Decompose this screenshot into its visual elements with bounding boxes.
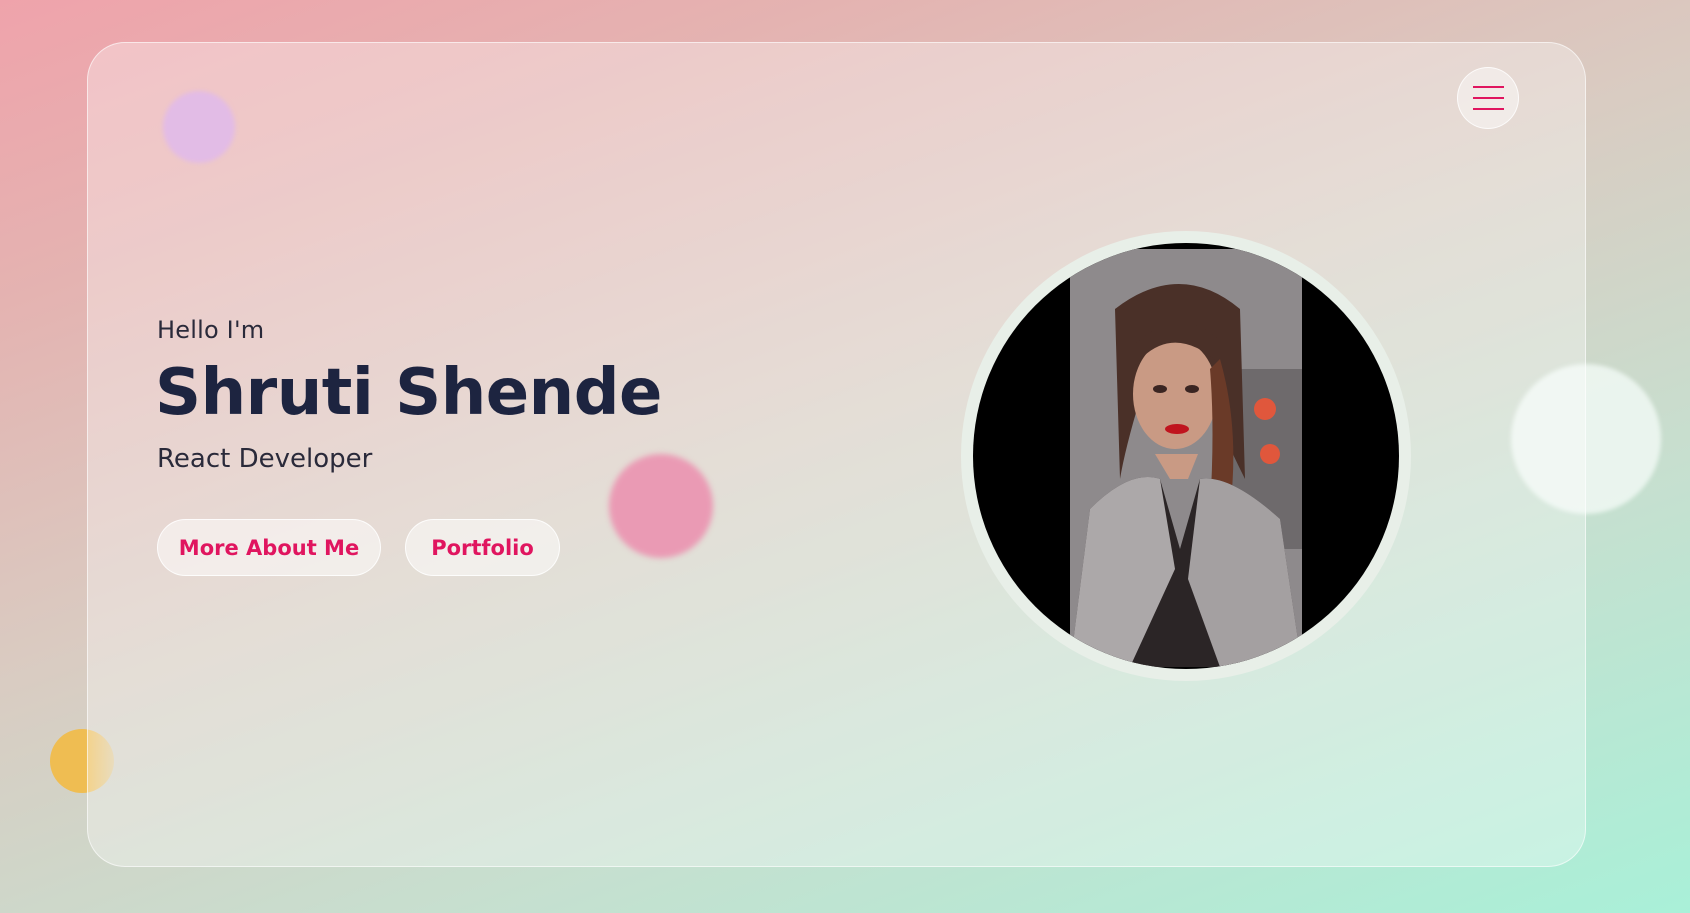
hero-name: Shruti Shende (155, 356, 662, 430)
portfolio-button[interactable]: Portfolio (405, 519, 560, 576)
profile-photo (973, 243, 1399, 669)
menu-button[interactable] (1457, 67, 1519, 129)
hamburger-menu-icon (1472, 86, 1504, 110)
profile-portrait-image (1070, 249, 1302, 667)
profile-photo-frame (961, 231, 1411, 681)
more-about-me-button[interactable]: More About Me (157, 519, 381, 576)
decorative-bubble-pink (609, 454, 713, 558)
hero-role: React Developer (157, 444, 373, 474)
greeting-text: Hello I'm (157, 316, 265, 344)
